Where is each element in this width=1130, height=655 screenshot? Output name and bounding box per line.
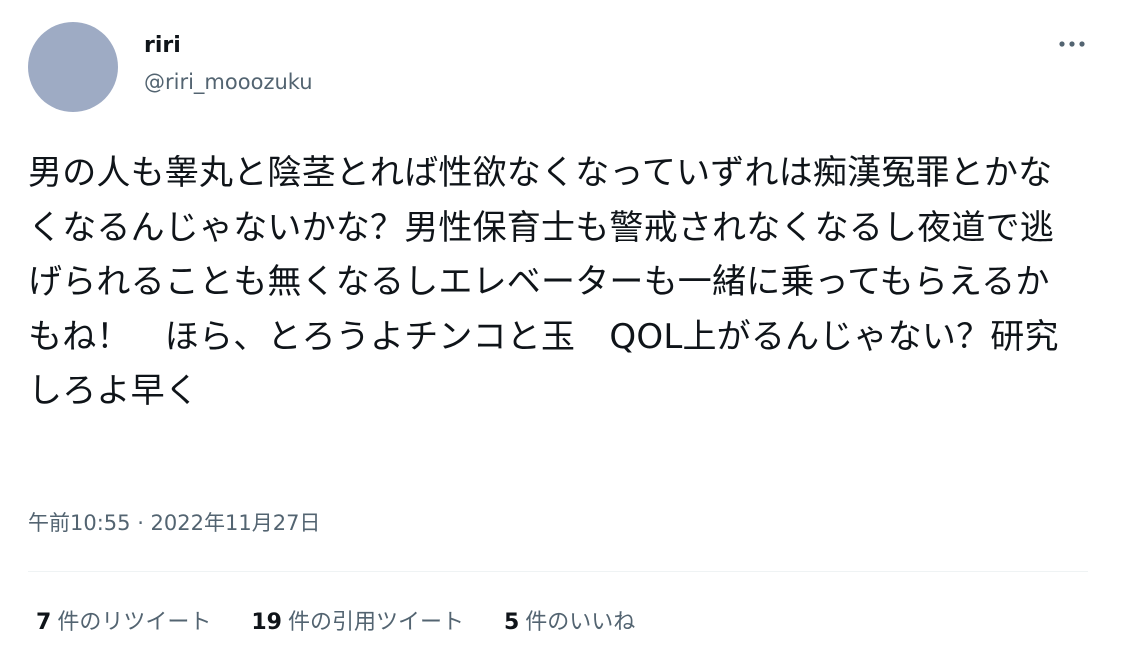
quote-count: 19 [251, 610, 282, 635]
tweet-card: riri @riri_mooozuku 男の人も睾丸と陰茎とれば性欲なくなってい… [0, 0, 1130, 655]
display-name[interactable]: riri [144, 32, 181, 60]
tweet-stats: 7 件のリツイート 19 件の引用ツイート 5 件のいいね [36, 606, 675, 640]
retweet-count-link[interactable]: 7 件のリツイート [36, 606, 211, 640]
user-handle[interactable]: @riri_mooozuku [144, 68, 313, 96]
more-options-button[interactable] [1052, 28, 1092, 60]
like-count-link[interactable]: 5 件のいいね [504, 606, 635, 640]
like-label: 件のいいね [525, 610, 636, 635]
tweet-timestamp[interactable]: 午前10:55 · 2022年11月27日 [28, 508, 320, 538]
tweet-text: 男の人も睾丸と陰茎とれば性欲なくなっていずれは痴漢冤罪とかなくなるんじゃないかな… [28, 153, 1059, 411]
more-horizontal-icon [1059, 41, 1085, 47]
quote-label: 件の引用ツイート [287, 610, 464, 635]
divider [28, 571, 1088, 572]
quote-count-link[interactable]: 19 件の引用ツイート [251, 606, 464, 640]
retweet-count: 7 [36, 610, 52, 635]
retweet-label: 件のリツイート [57, 610, 212, 635]
like-count: 5 [503, 610, 520, 635]
avatar[interactable] [28, 22, 118, 112]
